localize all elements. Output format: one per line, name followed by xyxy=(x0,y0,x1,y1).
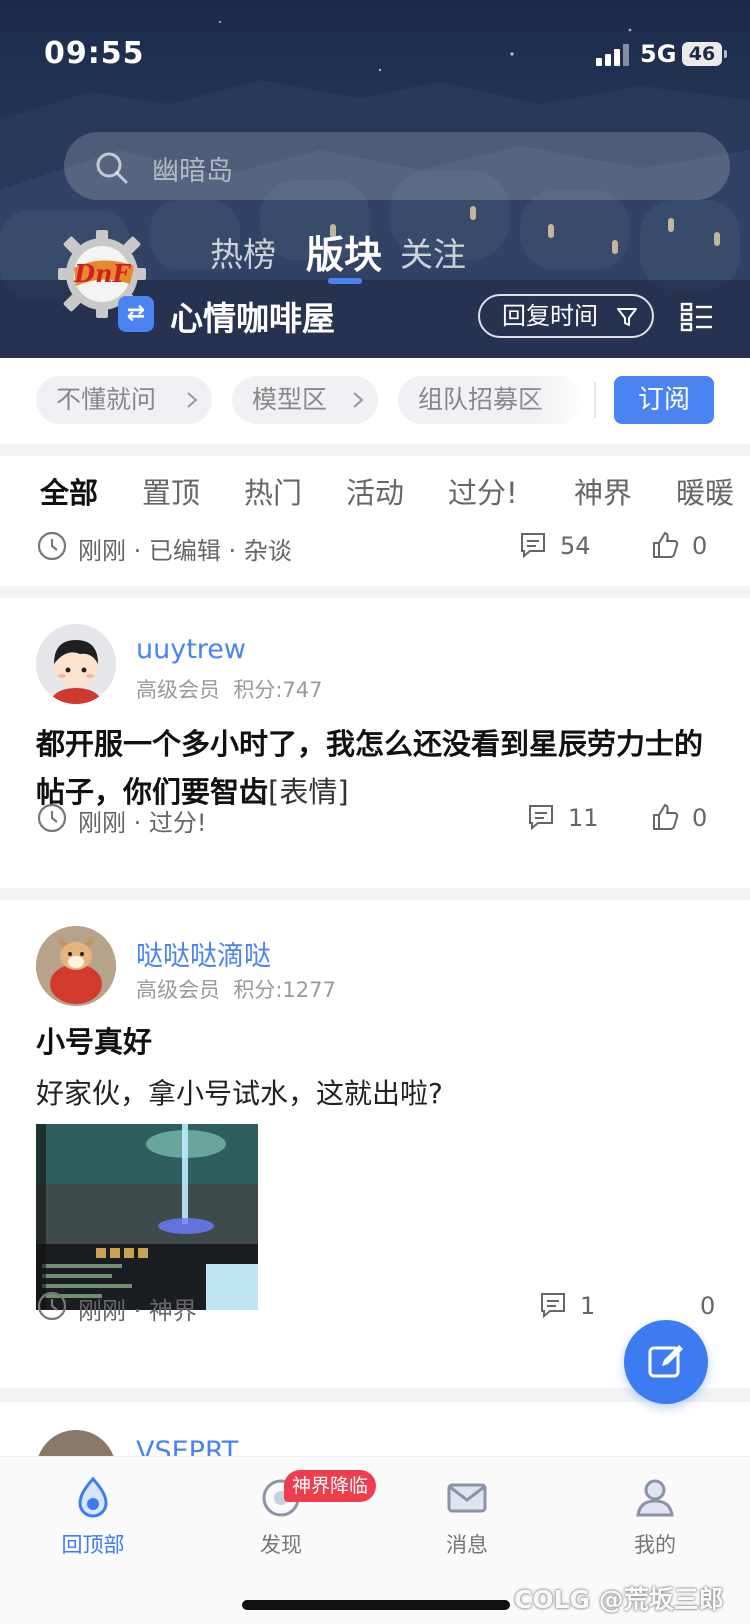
avatar[interactable] xyxy=(36,1430,116,1456)
post-meta-text: 刚刚 · 神界 xyxy=(78,1297,197,1325)
home-indicator[interactable] xyxy=(242,1600,510,1610)
tab-all[interactable]: 全部 xyxy=(40,470,98,512)
emoji-placeholder: [表情] xyxy=(268,775,349,809)
tab-pinned[interactable]: 置顶 xyxy=(142,470,200,512)
search-placeholder: 幽暗岛 xyxy=(152,156,233,187)
tab-nuannuan[interactable]: 暖暖 xyxy=(676,470,734,512)
nav-profile[interactable]: 我的 xyxy=(600,1475,710,1559)
post-card[interactable]: 哒哒哒滴哒 高级会员 积分:1277 小号真好 好家伙，拿小号试水，这就出啦? … xyxy=(0,900,750,1388)
post-meta-text: 刚刚 · 已编辑 · 杂谈 xyxy=(78,537,292,565)
sort-by-reply-time-button[interactable]: 回复时间 xyxy=(478,294,654,338)
section-gap xyxy=(0,888,750,900)
clock-icon xyxy=(37,531,67,561)
discover-badge: 神界降临 xyxy=(284,1470,377,1502)
comment-icon xyxy=(521,533,545,559)
chip-label: 不懂就问 xyxy=(56,385,157,414)
layout-list-icon[interactable] xyxy=(680,302,714,332)
tab-popular[interactable]: 热门 xyxy=(244,470,302,512)
avatar[interactable] xyxy=(36,624,116,704)
watermark: COLG @荒坂三郎 xyxy=(514,1585,724,1614)
tab-hot-list[interactable]: 热榜 xyxy=(210,228,276,276)
tab-events[interactable]: 活动 xyxy=(346,470,404,512)
comment-icon xyxy=(541,1293,565,1319)
section-gap xyxy=(0,586,750,598)
username[interactable]: 哒哒哒滴哒 xyxy=(136,934,271,973)
search-icon xyxy=(96,152,128,184)
post-title[interactable]: 都开服一个多小时了，我怎么还没看到星辰劳力士的帖子，你们要智齿[表情] xyxy=(36,720,726,816)
tab-boards[interactable]: 版块 xyxy=(306,224,382,279)
post-card[interactable]: 刚刚 · 已编辑 · 杂谈 54 0 xyxy=(0,530,750,586)
status-time: 09:55 xyxy=(44,36,145,71)
avatar[interactable] xyxy=(36,926,116,1006)
divider xyxy=(594,382,596,418)
sort-label: 回复时间 xyxy=(502,302,598,330)
compose-post-button[interactable] xyxy=(624,1320,708,1404)
battery-icon: 46 xyxy=(682,42,727,66)
thumbs-up-icon xyxy=(653,804,679,830)
post-thumbnail[interactable] xyxy=(36,1124,258,1310)
member-level: 高级会员 积分:1277 xyxy=(136,978,336,1002)
signal-icon xyxy=(596,44,630,66)
member-level: 高级会员 积分:747 xyxy=(136,678,323,702)
status-bar: 09:55 5G 46 xyxy=(0,0,750,100)
category-tabs: 全部 置顶 热门 活动 过分! 神界 暖暖 xyxy=(0,456,750,530)
edit-icon xyxy=(648,1345,683,1378)
nav-back-to-top[interactable]: 回顶部 xyxy=(38,1475,148,1559)
board-name[interactable]: 心情咖啡屋 xyxy=(170,292,335,340)
tab-divine[interactable]: 神界 xyxy=(574,470,632,512)
tab-following[interactable]: 关注 xyxy=(400,228,466,276)
cartoon-boy-avatar-icon xyxy=(36,624,116,704)
post-title[interactable]: 小号真好 xyxy=(36,1018,726,1066)
nav-messages[interactable]: 消息 xyxy=(412,1475,522,1559)
chevron-right-icon xyxy=(353,392,364,408)
mail-icon xyxy=(447,1483,487,1513)
comment-icon xyxy=(529,805,553,831)
dog-avatar-icon xyxy=(36,926,116,1006)
post-excerpt[interactable]: 好家伙，拿小号试水，这就出啦? xyxy=(36,1072,443,1112)
svg-text:DnF: DnF xyxy=(73,259,131,288)
chip-label: 模型区 xyxy=(252,385,328,414)
game-screenshot-image xyxy=(36,1124,258,1310)
tab-too-much[interactable]: 过分! xyxy=(448,470,518,512)
filter-icon xyxy=(617,308,637,326)
post-card[interactable]: uuytrew 高级会员 积分:747 都开服一个多小时了，我怎么还没看到星辰劳… xyxy=(0,598,750,888)
active-tab-indicator xyxy=(328,278,362,284)
chip-label: 组队招募区 xyxy=(418,385,544,414)
chip-models[interactable]: 模型区 xyxy=(232,376,378,424)
sub-board-bar: 不懂就问 模型区 组队招募区 订阅 xyxy=(0,358,750,444)
clock-icon xyxy=(37,803,67,833)
back-to-top-icon xyxy=(78,1476,108,1518)
thumbs-up-icon xyxy=(653,532,679,558)
username[interactable]: uuytrew xyxy=(136,634,246,665)
post-meta-text: 刚刚 · 过分! xyxy=(78,809,207,837)
subscribe-button[interactable]: 订阅 xyxy=(614,376,714,424)
post-card[interactable]: VSEPRT xyxy=(0,1402,750,1456)
switch-board-icon[interactable]: ⇄ xyxy=(118,296,154,332)
network-type: 5G xyxy=(640,40,677,68)
chip-ask-questions[interactable]: 不懂就问 xyxy=(36,376,212,424)
search-bar[interactable]: 幽暗岛 xyxy=(64,132,730,200)
profile-icon xyxy=(636,1479,674,1517)
username[interactable]: VSEPRT xyxy=(136,1436,238,1456)
chevron-right-icon xyxy=(187,392,198,408)
clock-icon xyxy=(37,1291,67,1321)
header-banner: 09:55 5G 46 幽暗岛 热榜 版块 关注 DnF ⇄ 心情咖啡屋 回复时… xyxy=(0,0,750,358)
section-gap xyxy=(0,444,750,456)
